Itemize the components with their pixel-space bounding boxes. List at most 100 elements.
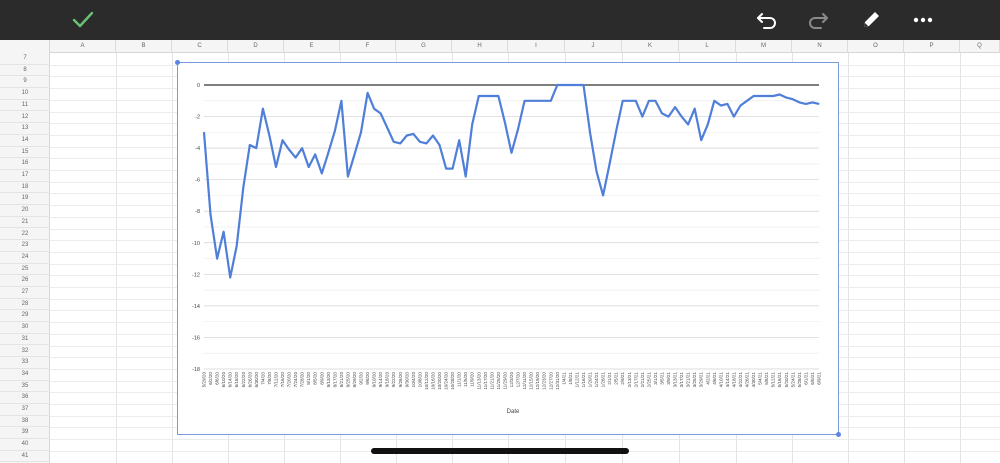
resize-handle-bottom-right[interactable] bbox=[836, 432, 841, 437]
row-header-19[interactable]: 19 bbox=[0, 193, 50, 206]
x-tick-label: 6/10/20 bbox=[221, 372, 226, 388]
data-point bbox=[654, 100, 656, 102]
home-indicator[interactable] bbox=[371, 448, 629, 454]
data-point bbox=[281, 139, 284, 141]
row-header-34[interactable]: 34 bbox=[0, 369, 50, 381]
column-header-f[interactable]: F bbox=[340, 40, 396, 53]
data-point bbox=[308, 166, 310, 168]
column-header-bar: ABCDEFGHIJKLMNOPQ bbox=[0, 40, 1000, 53]
row-header-17[interactable]: 17 bbox=[0, 170, 50, 182]
more-options-button[interactable] bbox=[903, 0, 943, 40]
data-point bbox=[386, 127, 388, 129]
column-header-l[interactable]: L bbox=[679, 40, 736, 53]
y-tick-label: -18 bbox=[192, 367, 200, 373]
row-header-18[interactable]: 18 bbox=[0, 182, 50, 194]
data-point bbox=[609, 163, 611, 165]
column-header-k[interactable]: K bbox=[622, 40, 679, 53]
x-tick-label: 6/5/21 bbox=[810, 372, 815, 385]
edit-button[interactable] bbox=[851, 0, 891, 40]
x-tick-label: 11/29/20 bbox=[502, 372, 507, 390]
data-point bbox=[576, 84, 578, 86]
row-header-30[interactable]: 30 bbox=[0, 322, 50, 334]
row-header-33[interactable]: 33 bbox=[0, 357, 50, 369]
x-tick-label: 10/28/20 bbox=[450, 372, 455, 390]
x-tick-label: 8/21/20 bbox=[339, 372, 344, 388]
x-tick-label: 2/9/21 bbox=[620, 372, 625, 385]
data-point bbox=[667, 116, 670, 118]
row-header-25[interactable]: 25 bbox=[0, 264, 50, 276]
x-tick-label: 10/20/20 bbox=[437, 372, 442, 390]
column-header-h[interactable]: H bbox=[452, 40, 508, 53]
row-header-21[interactable]: 21 bbox=[0, 217, 50, 229]
row-header-15[interactable]: 15 bbox=[0, 147, 50, 159]
data-point bbox=[582, 84, 585, 86]
x-tick-label: 9/18/20 bbox=[385, 372, 390, 388]
undo-button[interactable] bbox=[747, 0, 787, 40]
row-header-22[interactable]: 22 bbox=[0, 229, 50, 241]
chart-object[interactable]: 0 -2 -4 -6 -8 -10 -12 -14 -16 -18 5/29/20 6/2/20 6/… bbox=[175, 60, 841, 437]
row-header-41[interactable]: 41 bbox=[0, 451, 50, 463]
row-header-38[interactable]: 38 bbox=[0, 416, 50, 428]
data-point bbox=[216, 258, 218, 260]
redo-button[interactable] bbox=[798, 0, 838, 40]
column-header-n[interactable]: N bbox=[792, 40, 848, 53]
row-header-40[interactable]: 40 bbox=[0, 439, 50, 451]
x-tick-label: 8/9/20 bbox=[319, 372, 324, 385]
x-tick-label: 3/1/21 bbox=[653, 372, 658, 385]
x-tick-label: 9/10/20 bbox=[372, 372, 377, 388]
column-header-m[interactable]: M bbox=[736, 40, 792, 53]
x-tick-label: 5/20/21 bbox=[784, 372, 789, 388]
x-tick-label: 1/8/21 bbox=[568, 372, 573, 385]
row-header-36[interactable]: 36 bbox=[0, 392, 50, 404]
row-header-16[interactable]: 16 bbox=[0, 158, 50, 170]
column-header-q[interactable]: Q bbox=[960, 40, 1000, 53]
x-tick-label: 8/13/20 bbox=[326, 372, 331, 388]
row-header-14[interactable]: 14 bbox=[0, 135, 50, 147]
data-point bbox=[779, 93, 781, 96]
data-point bbox=[223, 231, 225, 233]
column-header-j[interactable]: J bbox=[565, 40, 622, 53]
x-tick-label: 4/26/21 bbox=[745, 372, 750, 388]
column-header-d[interactable]: D bbox=[228, 40, 284, 53]
row-header-23[interactable]: 23 bbox=[0, 240, 50, 252]
done-button[interactable] bbox=[63, 0, 103, 40]
column-header-p[interactable]: P bbox=[904, 40, 960, 53]
row-header-35[interactable]: 35 bbox=[0, 381, 50, 393]
row-header-24[interactable]: 24 bbox=[0, 252, 50, 264]
select-all-corner[interactable] bbox=[0, 40, 50, 53]
row-header-13[interactable]: 13 bbox=[0, 123, 50, 135]
row-header-8[interactable]: 8 bbox=[0, 65, 50, 77]
row-header-11[interactable]: 11 bbox=[0, 100, 50, 112]
x-tick-label: 4/10/21 bbox=[718, 372, 723, 388]
column-header-c[interactable]: C bbox=[172, 40, 228, 53]
row-header-12[interactable]: 12 bbox=[0, 112, 50, 124]
data-point bbox=[262, 108, 264, 110]
x-tick-label: 7/24/20 bbox=[293, 372, 298, 388]
data-point bbox=[268, 134, 270, 137]
data-point bbox=[700, 139, 702, 141]
x-tick-label: 11/25/20 bbox=[496, 372, 501, 390]
row-header-9[interactable]: 9 bbox=[0, 76, 50, 89]
row-header-20[interactable]: 20 bbox=[0, 205, 50, 217]
column-header-a[interactable]: A bbox=[50, 40, 116, 53]
x-tick-label: 1/4/21 bbox=[561, 372, 566, 385]
row-header-27[interactable]: 27 bbox=[0, 287, 50, 299]
row-header-10[interactable]: 10 bbox=[0, 88, 50, 100]
row-header-29[interactable]: 29 bbox=[0, 310, 50, 323]
row-header-7[interactable]: 7 bbox=[0, 53, 50, 65]
column-header-o[interactable]: O bbox=[848, 40, 904, 53]
row-header-26[interactable]: 26 bbox=[0, 275, 50, 287]
row-header-28[interactable]: 28 bbox=[0, 299, 50, 311]
column-header-e[interactable]: E bbox=[284, 40, 340, 53]
column-header-g[interactable]: G bbox=[396, 40, 452, 53]
data-point bbox=[602, 194, 604, 196]
row-header-39[interactable]: 39 bbox=[0, 427, 50, 440]
row-header-37[interactable]: 37 bbox=[0, 404, 50, 416]
x-tick-label: 12/11/20 bbox=[522, 372, 527, 390]
row-header-31[interactable]: 31 bbox=[0, 334, 50, 346]
row-header-32[interactable]: 32 bbox=[0, 346, 50, 358]
column-header-b[interactable]: B bbox=[116, 40, 172, 53]
data-point bbox=[707, 123, 709, 125]
resize-handle-top-left[interactable] bbox=[175, 60, 180, 65]
column-header-i[interactable]: I bbox=[508, 40, 565, 53]
